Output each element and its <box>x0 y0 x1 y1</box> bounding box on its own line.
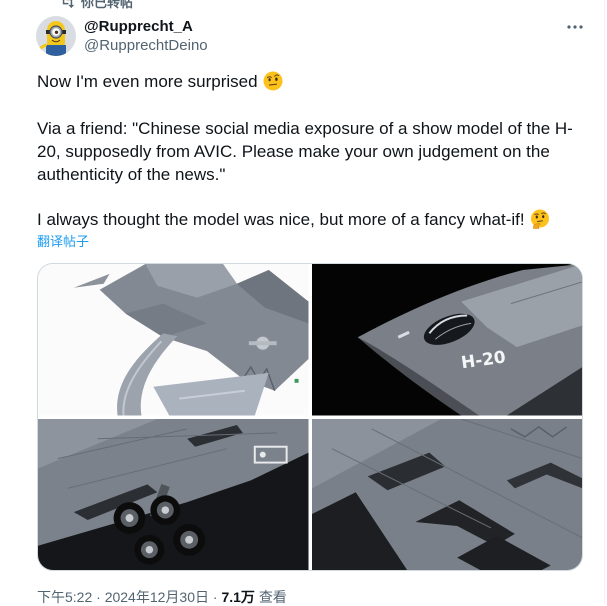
face-with-raised-eyebrow-emoji-icon <box>263 71 283 91</box>
meta-separator: · <box>212 589 218 605</box>
dot <box>573 25 577 29</box>
retweet-arrow-left <box>62 0 69 4</box>
column-divider <box>604 0 605 604</box>
more-options-button[interactable] <box>563 17 587 37</box>
emoji-eye <box>268 78 271 82</box>
emoji-eye <box>535 215 538 219</box>
insignia-star <box>259 451 266 458</box>
tweet-line-text: Now I'm even more surprised <box>37 72 258 91</box>
media-grid: H-20 <box>37 263 583 571</box>
goggle-pupil <box>54 30 59 34</box>
author-display-name[interactable]: @Rupprecht_A <box>84 18 193 36</box>
tweet-line: Now I'm even more surprised <box>37 70 585 93</box>
timestamp-link[interactable]: 下午5:22 · 2024年12月30日 <box>37 589 209 605</box>
view-count-label: 查看 <box>258 589 287 605</box>
photo-4[interactable] <box>311 418 582 570</box>
reposted-banner: 你已转帖 <box>60 0 134 10</box>
emoji-mouth <box>268 83 277 86</box>
photo-3-image <box>38 418 309 570</box>
avatar[interactable] <box>36 16 76 56</box>
landing-gear-wheel <box>113 501 146 534</box>
photo-3[interactable] <box>38 418 309 570</box>
more-options-icon <box>567 25 583 29</box>
emoji-eye <box>274 77 278 81</box>
tweet-line: I always thought the model was nice, but… <box>37 208 585 231</box>
tweet-line-text: I always thought the model was nice, but… <box>37 210 525 229</box>
post-time: 下午5:22 <box>37 589 93 605</box>
landing-gear-wheel <box>150 494 181 525</box>
translate-post-link[interactable]: 翻译帖子 <box>37 233 89 251</box>
emoji-eye <box>541 215 544 219</box>
meta-separator: · <box>96 589 101 605</box>
thinking-face-icon <box>530 209 549 229</box>
photo-2-image: H-20 <box>311 264 582 416</box>
emoji-face <box>263 71 283 91</box>
landing-gear-wheel <box>134 534 165 565</box>
photo-1-image <box>38 264 309 416</box>
tweet-line: authenticity of the news." <box>37 165 226 184</box>
small-green-mark <box>294 378 299 383</box>
author-handle[interactable]: @RupprechtDeino <box>84 37 208 55</box>
tweet-line: Via a friend: "Chinese social media expo… <box>37 119 573 138</box>
dot <box>567 25 571 29</box>
raised-eyebrow-face-icon <box>263 71 283 91</box>
landing-gear-wheel <box>173 523 206 556</box>
tweet-meta: 下午5:22 · 2024年12月30日 · 7.1万 查看 <box>37 588 287 606</box>
reposted-label: 你已转帖 <box>81 0 134 10</box>
minion-overalls <box>46 45 66 56</box>
thinking-face-emoji-icon <box>530 209 550 229</box>
minion-avatar-icon <box>36 16 76 56</box>
dot <box>579 25 583 29</box>
roundel-bar <box>248 341 277 346</box>
post-date: 2024年12月30日 <box>104 589 209 605</box>
tweet-text: Now I'm even more surprised Via a friend… <box>37 70 585 251</box>
tweet-line: 20, supposedly from AVIC. Please make yo… <box>37 142 550 161</box>
photo-4-image <box>311 418 582 570</box>
photo-1[interactable] <box>38 264 309 416</box>
photo-2[interactable]: H-20 <box>311 264 582 416</box>
view-count: 7.1万 <box>221 589 255 605</box>
emoji-eyebrow <box>533 213 539 216</box>
retweet-icon <box>62 0 75 8</box>
